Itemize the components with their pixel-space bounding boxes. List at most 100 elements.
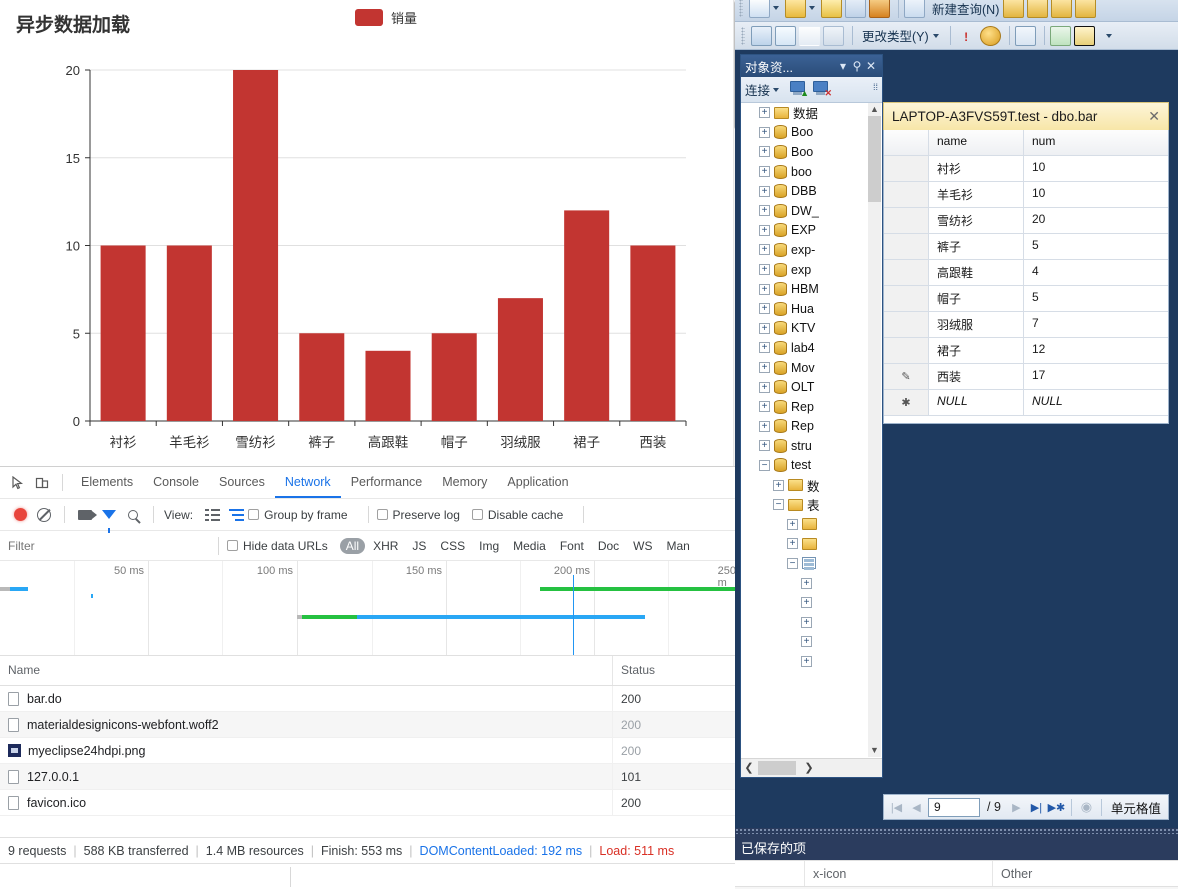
column-header-name[interactable]: name [929, 130, 1024, 155]
row-selector[interactable]: ✎ [884, 364, 929, 389]
tree-node[interactable]: + [741, 593, 882, 613]
new-project-icon[interactable] [749, 0, 770, 18]
tree-node[interactable]: + HBM [741, 279, 882, 299]
scrollbar-thumb[interactable] [758, 761, 796, 775]
table-row[interactable]: 裙子 12 [884, 338, 1168, 364]
tree-node[interactable]: + DBB [741, 181, 882, 201]
row-selector[interactable]: ✱ [884, 390, 929, 415]
row-selector[interactable] [884, 182, 929, 207]
row-selector[interactable] [884, 208, 929, 233]
expand-icon[interactable]: + [759, 303, 770, 315]
tree-node[interactable]: + KTV [741, 319, 882, 339]
save-icon[interactable] [821, 0, 842, 18]
tree-node[interactable]: + stru [741, 436, 882, 456]
expand-icon[interactable]: + [759, 440, 770, 452]
expand-icon[interactable]: + [801, 597, 812, 609]
list-view-icon[interactable] [200, 504, 224, 526]
tab-network[interactable]: Network [274, 467, 341, 498]
tree-node[interactable]: + 数据 [741, 103, 882, 123]
table-row[interactable]: 高跟鞋 4 [884, 260, 1168, 286]
tab-elements[interactable]: Elements [71, 467, 143, 498]
cell-num[interactable]: 12 [1024, 338, 1164, 363]
table-row[interactable]: ✎ 西装 17 [884, 364, 1168, 390]
tree-node[interactable]: − [741, 554, 882, 574]
cell-name[interactable]: 雪纺衫 [929, 208, 1024, 233]
table-row[interactable]: 127.0.0.1 101 [0, 763, 740, 790]
tree-node[interactable]: − 表 [741, 495, 882, 515]
column-header-type[interactable]: x-icon [805, 861, 993, 886]
cell-name[interactable]: 衬衫 [929, 156, 1024, 181]
table-row[interactable]: 羊毛衫 10 [884, 182, 1168, 208]
cell-num[interactable]: 7 [1024, 312, 1164, 337]
expand-icon[interactable]: + [759, 401, 770, 413]
column-header-num[interactable]: num [1024, 130, 1164, 155]
disconnect-icon[interactable]: ✕ [812, 81, 832, 98]
chevron-down-icon[interactable] [809, 6, 815, 10]
expand-icon[interactable]: + [759, 264, 770, 276]
row-selector[interactable] [884, 338, 929, 363]
new-record-icon[interactable]: ▶✱ [1048, 798, 1066, 816]
criteria-pane-icon[interactable] [775, 25, 796, 46]
chevron-down-icon[interactable]: ▾ [836, 59, 850, 73]
expand-icon[interactable]: + [759, 381, 770, 393]
stop-icon[interactable]: ◉ [1078, 798, 1095, 816]
cell-num[interactable]: 5 [1024, 286, 1164, 311]
save-all-icon[interactable] [845, 0, 866, 18]
table-row[interactable]: bar.do 200 [0, 685, 740, 712]
results-pane-icon[interactable] [823, 25, 844, 46]
scrollbar-thumb[interactable] [868, 116, 881, 202]
cell-num[interactable]: 10 [1024, 156, 1164, 181]
tab-memory[interactable]: Memory [432, 467, 497, 498]
pin-icon[interactable]: ⚲ [850, 59, 864, 73]
column-header-status[interactable]: Status [613, 656, 740, 685]
device-toolbar-icon[interactable] [30, 472, 54, 494]
chevron-down-icon[interactable] [773, 87, 780, 92]
expand-icon[interactable]: + [759, 283, 770, 295]
current-record-input[interactable]: 9 [928, 797, 980, 817]
filter-type-img[interactable]: Img [473, 538, 505, 554]
tab-sources[interactable]: Sources [209, 467, 275, 498]
row-selector[interactable] [884, 156, 929, 181]
expand-icon[interactable]: + [787, 518, 798, 530]
table-row[interactable]: favicon.ico 200 [0, 789, 740, 816]
tree-node[interactable]: + Hua [741, 299, 882, 319]
bar[interactable] [564, 210, 610, 421]
document-tab[interactable]: LAPTOP-A3FVS59T.test - dbo.bar ✕ [883, 102, 1169, 130]
collapse-icon[interactable]: − [759, 459, 770, 471]
bar[interactable] [233, 70, 279, 421]
cell-name[interactable]: 羊毛衫 [929, 182, 1024, 207]
cell-name[interactable]: NULL [929, 390, 1024, 415]
expand-icon[interactable]: + [801, 655, 812, 667]
expand-icon[interactable]: + [759, 126, 770, 138]
cell-num[interactable]: 17 [1024, 364, 1164, 389]
filter-type-doc[interactable]: Doc [592, 538, 625, 554]
tree-node[interactable]: + Boo [741, 142, 882, 162]
filter-input[interactable] [0, 531, 210, 560]
tree-horizontal-scrollbar[interactable]: ❮ ❯ [741, 758, 882, 777]
tab-performance[interactable]: Performance [341, 467, 433, 498]
previous-record-icon[interactable]: ◀ [908, 798, 925, 816]
bar[interactable] [299, 333, 345, 421]
bar[interactable] [166, 245, 212, 422]
tree-node[interactable]: + [741, 573, 882, 593]
table-row[interactable]: materialdesignicons-webfont.woff2 200 [0, 711, 740, 738]
filter-type-all[interactable]: All [339, 537, 366, 554]
chevron-down-icon[interactable] [773, 6, 779, 10]
filter-type-man[interactable]: Man [661, 538, 696, 554]
first-record-icon[interactable]: |◀ [888, 798, 905, 816]
new-query-label[interactable]: 新建查询(N) [932, 0, 999, 18]
new-mdx-query-icon[interactable] [1051, 0, 1073, 18]
expand-icon[interactable]: + [759, 244, 770, 256]
toolbar-grip[interactable] [741, 26, 745, 45]
expand-icon[interactable]: + [759, 205, 770, 217]
table-row[interactable]: myeclipse24hdpi.png 200 [0, 737, 740, 764]
hide-data-urls-checkbox[interactable] [227, 540, 238, 551]
group-by-frame-checkbox[interactable] [248, 509, 260, 520]
diagram-pane-icon[interactable] [751, 25, 772, 46]
expand-icon[interactable]: + [759, 185, 770, 197]
expand-icon[interactable]: + [801, 577, 812, 589]
cell-name[interactable]: 西装 [929, 364, 1024, 389]
tree-node[interactable]: + EXP [741, 221, 882, 241]
expand-icon[interactable]: + [759, 146, 770, 158]
cell-name[interactable]: 帽子 [929, 286, 1024, 311]
